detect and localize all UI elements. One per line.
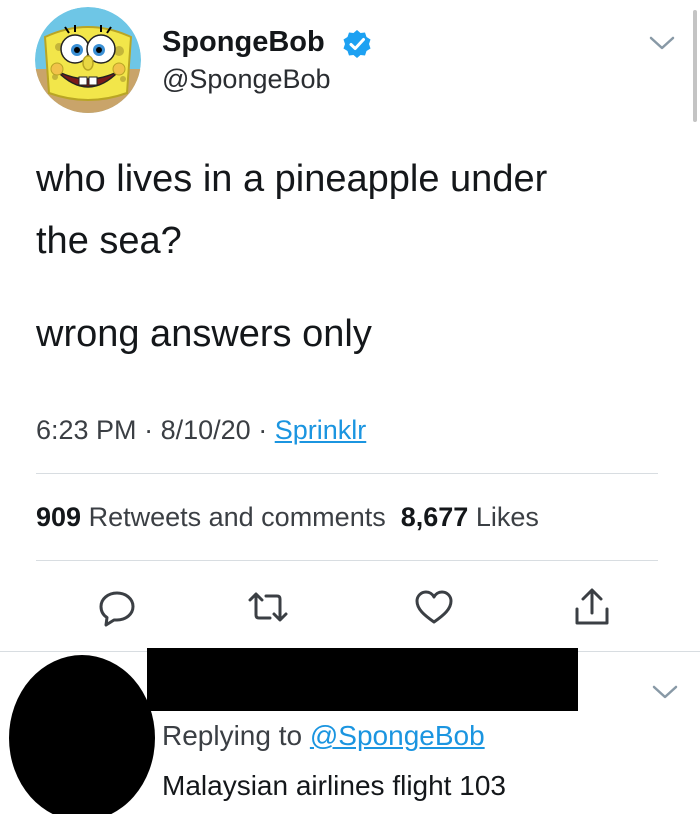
tweet-meta: 6:23 PM · 8/10/20 · Sprinklr [36,410,366,450]
tweet-source-link[interactable]: Sprinklr [275,415,367,445]
tweet-date[interactable]: 8/10/20 [161,415,251,445]
author-handle[interactable]: @SpongeBob [162,63,331,95]
reply-text: Malaysian airlines flight 103 [162,770,506,801]
tweet-text-line: who lives in a pineapple under [36,158,548,200]
retweets-label: Retweets and comments [88,502,386,532]
like-icon[interactable] [412,585,456,629]
divider [36,473,658,474]
likes-label: Likes [475,502,539,532]
author-name[interactable]: SpongeBob [162,25,325,59]
retweets-count: 909 [36,502,82,532]
tweet-stats: 909 Retweets and comments 8,677 Likes [36,497,539,537]
retweets-stat[interactable]: 909 Retweets and comments [36,502,386,532]
tweet-time[interactable]: 6:23 PM [36,415,137,445]
redacted-username [147,648,578,711]
spongebob-avatar-icon [35,7,141,113]
reply-options-chevron-down-icon[interactable] [651,682,679,702]
divider [36,560,658,561]
likes-stat[interactable]: 8,677 Likes [401,502,539,532]
retweet-icon[interactable] [246,585,290,629]
reply-icon[interactable] [95,585,139,629]
verified-badge-icon [342,29,372,59]
tweet-options-chevron-down-icon[interactable] [648,33,676,53]
tweet-screenshot: SpongeBob @SpongeBob who lives in a pine… [0,0,700,814]
reply-avatar-redacted[interactable] [9,655,155,814]
scrollbar[interactable] [693,10,697,122]
tweet-text-line: wrong answers only [36,313,372,355]
likes-count: 8,677 [400,502,469,532]
reply-context-prefix: Replying to [162,720,303,751]
reply-mention-link[interactable]: @SpongeBob [310,720,485,751]
tweet-text-line: the sea? [36,220,182,262]
meta-separator: · [144,415,154,445]
share-icon[interactable] [570,585,614,629]
reply-context: Replying to @SpongeBob [162,716,485,756]
spongebob-avatar[interactable] [35,7,141,113]
meta-separator: · [258,415,268,445]
